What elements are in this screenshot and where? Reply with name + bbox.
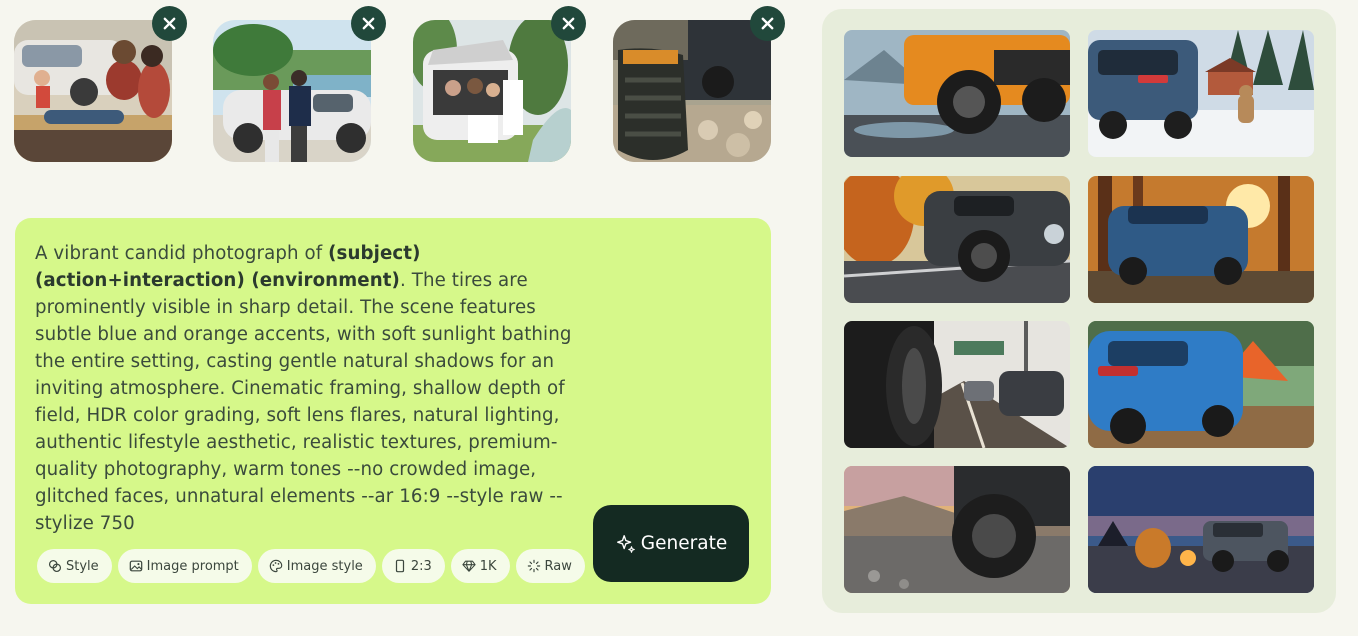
- aspect-ratio-icon: [395, 559, 404, 573]
- image-style-option-button[interactable]: Image style: [257, 549, 376, 583]
- generate-button[interactable]: Generate: [593, 505, 749, 582]
- aspect-ratio-option-label: 2:3: [410, 558, 432, 574]
- prompt-options-bar: Style Image prompt Image style 2:3 1K Ra…: [37, 549, 585, 583]
- style-option-button[interactable]: Style: [37, 549, 112, 583]
- remove-reference-4-button[interactable]: [750, 6, 785, 41]
- resolution-option-label: 1K: [479, 558, 497, 574]
- prompt-text-segment-3: . The tires are prominently visible in s…: [35, 270, 572, 534]
- close-icon: [562, 17, 575, 30]
- style-option-label: Style: [66, 558, 99, 574]
- image-style-option-label: Image style: [286, 558, 363, 574]
- reference-image-2: [213, 20, 371, 162]
- result-image-8[interactable]: [1088, 466, 1314, 593]
- resolution-option-button[interactable]: 1K: [450, 549, 510, 583]
- diamond-icon: [462, 560, 476, 572]
- remove-reference-3-button[interactable]: [551, 6, 586, 41]
- close-icon: [761, 17, 774, 30]
- remove-reference-1-button[interactable]: [152, 6, 187, 41]
- close-icon: [163, 17, 176, 30]
- sparkle-icon: [616, 534, 635, 553]
- prompt-text-segment-1: A vibrant candid photograph of: [35, 243, 329, 264]
- reference-image-4: [613, 20, 771, 162]
- result-image-3[interactable]: [844, 176, 1070, 303]
- raw-option-button[interactable]: Raw: [515, 549, 585, 583]
- results-panel: [822, 9, 1336, 613]
- image-prompt-option-label: Image prompt: [146, 558, 239, 574]
- reference-image-3: [413, 20, 571, 162]
- raw-icon: [527, 559, 540, 573]
- result-image-2[interactable]: [1088, 30, 1314, 157]
- raw-option-label: Raw: [544, 558, 572, 574]
- image-icon: [129, 560, 142, 572]
- result-image-7[interactable]: [844, 466, 1070, 593]
- palette-icon: [269, 559, 283, 573]
- close-icon: [362, 17, 375, 30]
- remove-reference-2-button[interactable]: [351, 6, 386, 41]
- prompt-textarea[interactable]: A vibrant candid photograph of (subject)…: [35, 240, 595, 537]
- prompt-card: A vibrant candid photograph of (subject)…: [15, 218, 771, 604]
- generate-button-label: Generate: [640, 533, 728, 554]
- image-prompt-option-button[interactable]: Image prompt: [117, 549, 252, 583]
- result-image-4[interactable]: [1088, 176, 1314, 303]
- style-icon: [48, 559, 62, 573]
- result-image-5[interactable]: [844, 321, 1070, 448]
- result-image-6[interactable]: [1088, 321, 1314, 448]
- reference-image-1: [14, 20, 172, 162]
- aspect-ratio-option-button[interactable]: 2:3: [381, 549, 445, 583]
- result-image-1[interactable]: [844, 30, 1070, 157]
